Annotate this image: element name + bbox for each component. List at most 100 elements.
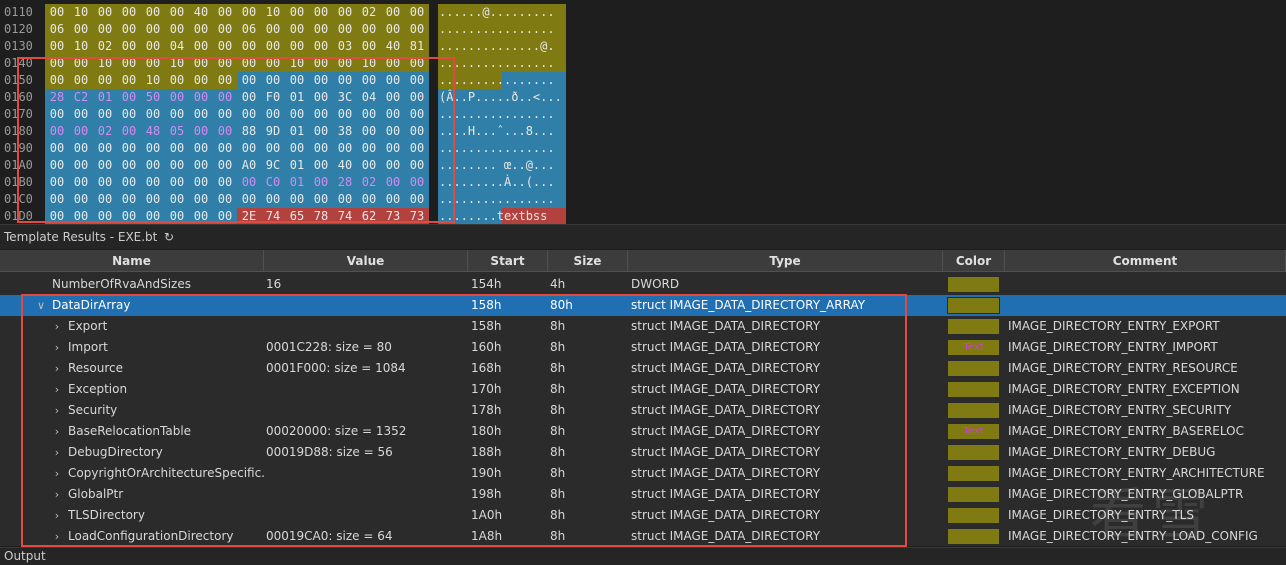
hex-byte[interactable]: 00 — [237, 38, 261, 55]
hex-byte[interactable]: 00 — [165, 157, 189, 174]
hex-byte[interactable]: 00 — [117, 38, 141, 55]
hex-byte[interactable]: 00 — [261, 191, 285, 208]
hex-byte[interactable]: 00 — [45, 140, 69, 157]
hex-byte[interactable]: 00 — [285, 106, 309, 123]
hex-row[interactable]: 01C0 00 00 00 00 00 00 00 00 00 00 00 00 00 00 00 00....… — [0, 191, 566, 208]
hex-byte[interactable]: 00 — [45, 191, 69, 208]
hex-byte[interactable]: 00 — [357, 21, 381, 38]
hex-ascii-column[interactable]: ................ — [438, 191, 566, 208]
hex-byte[interactable]: 00 — [93, 174, 117, 191]
hex-byte[interactable]: 00 — [285, 21, 309, 38]
hex-byte[interactable]: 00 — [309, 89, 333, 106]
hex-byte[interactable]: 00 — [165, 191, 189, 208]
hex-byte[interactable]: 00 — [357, 123, 381, 140]
hex-editor-view[interactable]: 0110 00 10 00 00 00 00 40 00 00 10 00 00 00 02 00 00....… — [0, 0, 1286, 225]
hex-byte[interactable]: 00 — [69, 191, 93, 208]
chevron-down-icon[interactable]: ∨ — [36, 295, 46, 316]
hex-byte[interactable]: 00 — [309, 106, 333, 123]
hex-byte[interactable]: 00 — [309, 38, 333, 55]
hex-ascii-column[interactable]: ................ — [438, 72, 566, 89]
hex-byte[interactable]: C0 — [261, 174, 285, 191]
hex-byte[interactable]: A0 — [237, 157, 261, 174]
table-row[interactable]: › Import 0001C228: size = 80 160h 8h struct I… — [0, 337, 1286, 358]
hex-row[interactable]: 01D0 00 00 00 00 00 00 00 00 2E 74 65 78 74 62 73 73....… — [0, 208, 566, 225]
hex-byte[interactable]: 00 — [381, 123, 405, 140]
hex-byte[interactable]: 00 — [69, 174, 93, 191]
hex-byte[interactable]: 00 — [69, 208, 93, 225]
hex-byte[interactable]: 00 — [141, 38, 165, 55]
chevron-right-icon[interactable]: › — [52, 358, 62, 379]
hex-byte[interactable]: 65 — [285, 208, 309, 225]
table-row[interactable]: › Resource 0001F000: size = 1084 168h 8h stru… — [0, 358, 1286, 379]
table-row[interactable]: › Export 158h 8h struct IMAGE_DATA_DIRECTORY… — [0, 316, 1286, 337]
hex-byte[interactable]: 00 — [189, 157, 213, 174]
hex-byte[interactable]: 00 — [405, 191, 429, 208]
column-header-size[interactable]: Size — [548, 250, 628, 272]
hex-byte[interactable]: 00 — [357, 38, 381, 55]
hex-byte[interactable]: 28 — [45, 89, 69, 106]
hex-byte[interactable]: 00 — [405, 123, 429, 140]
hex-byte[interactable]: 00 — [213, 89, 237, 106]
hex-byte[interactable]: 03 — [333, 38, 357, 55]
hex-byte[interactable]: 00 — [93, 21, 117, 38]
hex-row[interactable]: 01B0 00 00 00 00 00 00 00 00 00 C0 01 00 28 02 00 00....… — [0, 174, 566, 191]
hex-byte[interactable]: 00 — [45, 55, 69, 72]
hex-byte[interactable]: 00 — [261, 55, 285, 72]
hex-byte[interactable]: 06 — [237, 21, 261, 38]
color-swatch[interactable] — [947, 276, 1000, 293]
chevron-right-icon[interactable]: › — [52, 337, 62, 358]
hex-row[interactable]: 0160 28 C2 01 00 50 00 00 00 00 F0 01 00 3C 04 00 00 (Â..… — [0, 89, 566, 106]
hex-byte[interactable]: 00 — [213, 106, 237, 123]
hex-byte[interactable]: 04 — [165, 38, 189, 55]
hex-byte[interactable]: 00 — [381, 72, 405, 89]
column-header-type[interactable]: Type — [628, 250, 943, 272]
hex-byte[interactable]: 02 — [93, 38, 117, 55]
refresh-icon[interactable]: ↻ — [164, 230, 174, 244]
hex-byte[interactable]: 00 — [213, 157, 237, 174]
table-row[interactable]: › GlobalPtr 198h 8h struct IMAGE_DATA_DIRECT… — [0, 484, 1286, 505]
hex-byte[interactable]: 00 — [213, 208, 237, 225]
hex-byte[interactable]: 00 — [309, 123, 333, 140]
hex-byte[interactable]: 00 — [45, 72, 69, 89]
hex-byte[interactable]: 00 — [69, 157, 93, 174]
hex-byte[interactable]: 10 — [69, 4, 93, 21]
hex-byte[interactable]: 01 — [285, 157, 309, 174]
hex-byte[interactable]: 00 — [69, 55, 93, 72]
hex-byte[interactable]: 00 — [189, 140, 213, 157]
hex-byte[interactable]: 00 — [117, 106, 141, 123]
hex-byte[interactable]: 40 — [189, 4, 213, 21]
hex-ascii-column[interactable]: ........textbss — [438, 208, 566, 225]
hex-byte[interactable]: 01 — [285, 174, 309, 191]
hex-byte[interactable]: 00 — [45, 106, 69, 123]
hex-byte[interactable]: 9D — [261, 123, 285, 140]
hex-byte[interactable]: 00 — [141, 106, 165, 123]
hex-ascii-column[interactable]: ................ — [438, 21, 566, 38]
hex-byte[interactable]: 00 — [261, 38, 285, 55]
hex-byte[interactable]: 00 — [189, 55, 213, 72]
hex-byte[interactable]: 05 — [165, 123, 189, 140]
hex-ascii-column[interactable]: ................ — [438, 106, 566, 123]
hex-byte[interactable]: 73 — [405, 208, 429, 225]
hex-byte[interactable]: 00 — [189, 208, 213, 225]
hex-byte[interactable]: 00 — [381, 21, 405, 38]
hex-byte[interactable]: 00 — [69, 123, 93, 140]
table-row[interactable]: › BaseRelocationTable 00020000: size = 135… — [0, 421, 1286, 442]
hex-row[interactable]: 0170 00 00 00 00 00 00 00 00 00 00 00 00 00 00 00 00....… — [0, 106, 566, 123]
hex-byte[interactable]: 00 — [357, 140, 381, 157]
template-results-table[interactable]: Name Value Start Size Type Color Comment Number… — [0, 250, 1286, 547]
hex-byte[interactable]: 00 — [189, 21, 213, 38]
hex-byte[interactable]: 40 — [381, 38, 405, 55]
hex-byte[interactable]: 00 — [117, 72, 141, 89]
hex-byte[interactable]: 00 — [45, 38, 69, 55]
hex-byte[interactable]: 00 — [237, 106, 261, 123]
hex-byte[interactable]: 00 — [117, 208, 141, 225]
hex-byte[interactable]: 01 — [285, 89, 309, 106]
hex-byte[interactable]: 00 — [189, 123, 213, 140]
chevron-right-icon[interactable]: › — [52, 484, 62, 505]
hex-byte[interactable]: 00 — [333, 4, 357, 21]
hex-row[interactable]: 0180 00 00 02 00 48 05 00 00 88 9D 01 00 38 00 00 00....… — [0, 123, 566, 140]
hex-byte[interactable]: 00 — [93, 4, 117, 21]
hex-byte[interactable]: 00 — [213, 72, 237, 89]
hex-byte[interactable]: 00 — [309, 4, 333, 21]
hex-row[interactable]: 0140 00 00 10 00 00 10 00 00 00 00 10 00 00 10 00 00....… — [0, 55, 566, 72]
